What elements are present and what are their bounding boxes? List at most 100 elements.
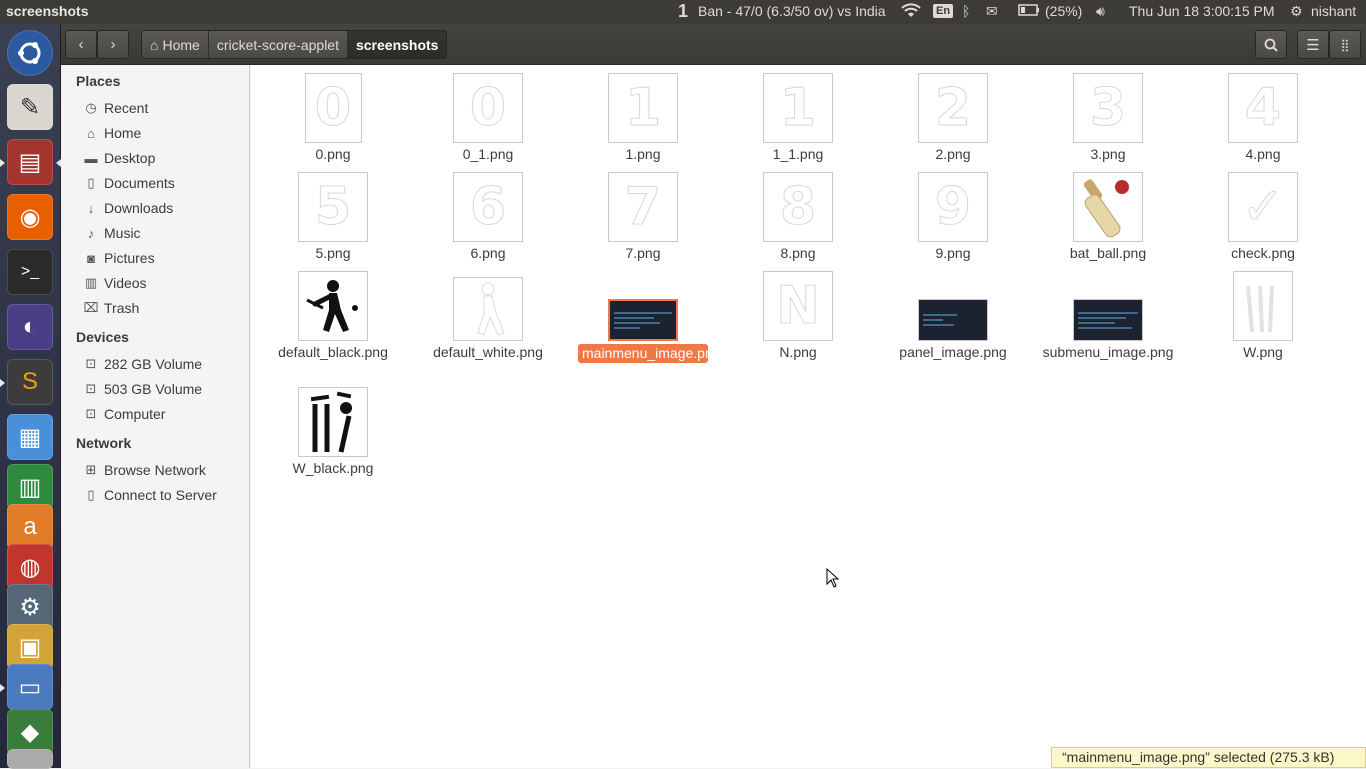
- folder-icon: ▬: [84, 150, 98, 166]
- running-indicator: [0, 379, 5, 387]
- network-icon: ⊞: [85, 462, 97, 477]
- batsman-white-icon: [477, 282, 505, 336]
- ubuntu-dash-icon[interactable]: [7, 30, 53, 76]
- crumb-cricket-score-applet[interactable]: cricket-score-applet: [208, 31, 348, 58]
- sidebar-item-trash[interactable]: ⌧ Trash: [83, 300, 140, 316]
- bluetooth-icon[interactable]: ᛒ: [962, 3, 970, 19]
- sidebar-item-desktop[interactable]: ▬ Desktop: [83, 150, 156, 166]
- sidebar-item-282gb-volume[interactable]: ⊡ 282 GB Volume: [83, 356, 203, 372]
- document-viewer-icon[interactable]: ▦: [7, 414, 53, 460]
- sidebar-item-503gb-volume[interactable]: ⊡ 503 GB Volume: [83, 381, 203, 397]
- file-item[interactable]: bat_ball.png: [1038, 172, 1178, 262]
- server-icon: ▯: [87, 487, 95, 502]
- cricket-score-indicator[interactable]: Ban - 47/0 (6.3/50 ov) vs India: [698, 3, 886, 19]
- status-bar: “mainmenu_image.png” selected (275.3 kB): [1051, 747, 1366, 768]
- file-item[interactable]: 6 6.png: [418, 172, 558, 262]
- clock[interactable]: Thu Jun 18 3:00:15 PM: [1129, 3, 1275, 19]
- sidebar-item-music[interactable]: ♪ Music: [83, 225, 141, 241]
- crumb-home[interactable]: ⌂ Home: [142, 31, 209, 58]
- keyboard-layout-indicator[interactable]: En: [933, 4, 954, 18]
- clock-icon: ◷: [85, 100, 97, 115]
- text-editor-icon[interactable]: ✎: [7, 84, 53, 130]
- grid-view-icon: ⣿: [1340, 37, 1350, 52]
- toolbar: ‹ › ⌂ Home cricket-score-applet screensh…: [61, 24, 1366, 65]
- image-thumbnail: [918, 299, 988, 341]
- gear-icon[interactable]: ⚙: [1290, 3, 1303, 20]
- back-button[interactable]: ‹: [65, 30, 97, 59]
- image-thumbnail: 8: [763, 172, 833, 242]
- hamburger-menu-icon: ☰: [1306, 36, 1320, 54]
- batsman-black-icon: [306, 280, 358, 332]
- home-icon: ⌂: [150, 36, 159, 53]
- image-thumbnail: 4: [1228, 73, 1298, 143]
- trash-icon[interactable]: [7, 749, 53, 769]
- sidebar-item-videos[interactable]: ▥ Videos: [83, 275, 147, 291]
- image-thumbnail: [1233, 271, 1293, 341]
- running-indicator: [0, 684, 5, 692]
- file-item[interactable]: 0 0.png: [263, 73, 403, 163]
- crumb-screenshots[interactable]: screenshots: [347, 31, 447, 58]
- file-item[interactable]: 3 3.png: [1038, 73, 1178, 163]
- image-thumbnail: [453, 277, 523, 341]
- mail-icon[interactable]: ✉: [986, 3, 998, 20]
- image-thumbnail: 1: [763, 73, 833, 143]
- film-icon: ▥: [84, 275, 98, 290]
- sidebar-item-recent[interactable]: ◷ Recent: [83, 100, 148, 116]
- menu-button[interactable]: ☰: [1297, 30, 1329, 59]
- file-item[interactable]: default_white.png: [418, 277, 558, 361]
- file-item[interactable]: panel_image.png: [883, 299, 1023, 361]
- sidebar-item-computer[interactable]: ⊡ Computer: [83, 406, 166, 422]
- forward-button[interactable]: ›: [97, 30, 129, 59]
- running-indicator: [0, 159, 5, 167]
- file-item[interactable]: 7 7.png: [573, 172, 713, 262]
- sidebar-item-documents[interactable]: ▯ Documents: [83, 175, 174, 191]
- file-item[interactable]: 2 2.png: [883, 73, 1023, 163]
- download-icon: ↓: [87, 200, 95, 216]
- image-thumbnail: 6: [453, 172, 523, 242]
- sidebar-item-downloads[interactable]: ↓ Downloads: [83, 200, 174, 216]
- places-heading: Places: [76, 73, 121, 89]
- terminal-icon[interactable]: >_: [7, 249, 53, 295]
- file-item[interactable]: 8 8.png: [728, 172, 868, 262]
- file-item[interactable]: W_black.png: [263, 387, 403, 477]
- chevron-right-icon: ›: [110, 36, 116, 53]
- search-icon: [1264, 38, 1278, 52]
- firefox-icon[interactable]: ◉: [7, 194, 53, 240]
- file-item[interactable]: default_black.png: [263, 271, 403, 361]
- search-button[interactable]: [1255, 30, 1287, 59]
- volume-icon[interactable]: 🔊︎: [1096, 3, 1105, 20]
- wifi-icon[interactable]: [901, 3, 921, 22]
- file-item[interactable]: 5 5.png: [263, 172, 403, 262]
- sidebar-item-home[interactable]: ⌂ Home: [83, 125, 141, 141]
- home-icon: ⌂: [87, 125, 95, 141]
- breadcrumb: ⌂ Home cricket-score-applet screenshots: [141, 30, 448, 59]
- sidebar-item-pictures[interactable]: ◙ Pictures: [83, 250, 155, 266]
- view-button[interactable]: ⣿: [1329, 30, 1361, 59]
- files-icon[interactable]: ▤: [7, 139, 53, 185]
- sidebar-item-connect-to-server[interactable]: ▯ Connect to Server: [83, 487, 216, 503]
- document-icon: ▯: [87, 175, 95, 190]
- file-item-selected[interactable]: mainmenu_image.png: [573, 299, 721, 363]
- workspace-indicator[interactable]: 1: [678, 1, 688, 22]
- devices-heading: Devices: [76, 329, 129, 345]
- launcher: ✎ ▤ ◉ >_ ◐ S ▦ ▥ a ◍ ⚙ ▣ ▭ ◆: [0, 24, 61, 769]
- battery-icon[interactable]: [1018, 3, 1040, 20]
- file-item[interactable]: ✓ check.png: [1193, 172, 1333, 262]
- image-thumbnail: 3: [1073, 73, 1143, 143]
- eclipse-icon[interactable]: ◐: [7, 304, 53, 350]
- file-item[interactable]: 1 1.png: [573, 73, 713, 163]
- remote-desktop-icon[interactable]: ▭: [7, 664, 53, 710]
- file-item[interactable]: 4 4.png: [1193, 73, 1333, 163]
- file-item[interactable]: 0 0_1.png: [418, 73, 558, 163]
- wicket-black-icon: [310, 391, 352, 453]
- user-name[interactable]: nishant: [1311, 3, 1356, 19]
- file-item[interactable]: submenu_image.png: [1038, 299, 1178, 361]
- sublime-text-icon[interactable]: S: [7, 359, 53, 405]
- file-item[interactable]: N N.png: [728, 271, 868, 361]
- file-item[interactable]: W.png: [1193, 271, 1333, 361]
- file-item[interactable]: 1 1_1.png: [728, 73, 868, 163]
- sidebar-item-browse-network[interactable]: ⊞ Browse Network: [83, 462, 206, 478]
- image-thumbnail: [608, 299, 678, 341]
- file-item[interactable]: 9 9.png: [883, 172, 1023, 262]
- image-thumbnail: N: [763, 271, 833, 341]
